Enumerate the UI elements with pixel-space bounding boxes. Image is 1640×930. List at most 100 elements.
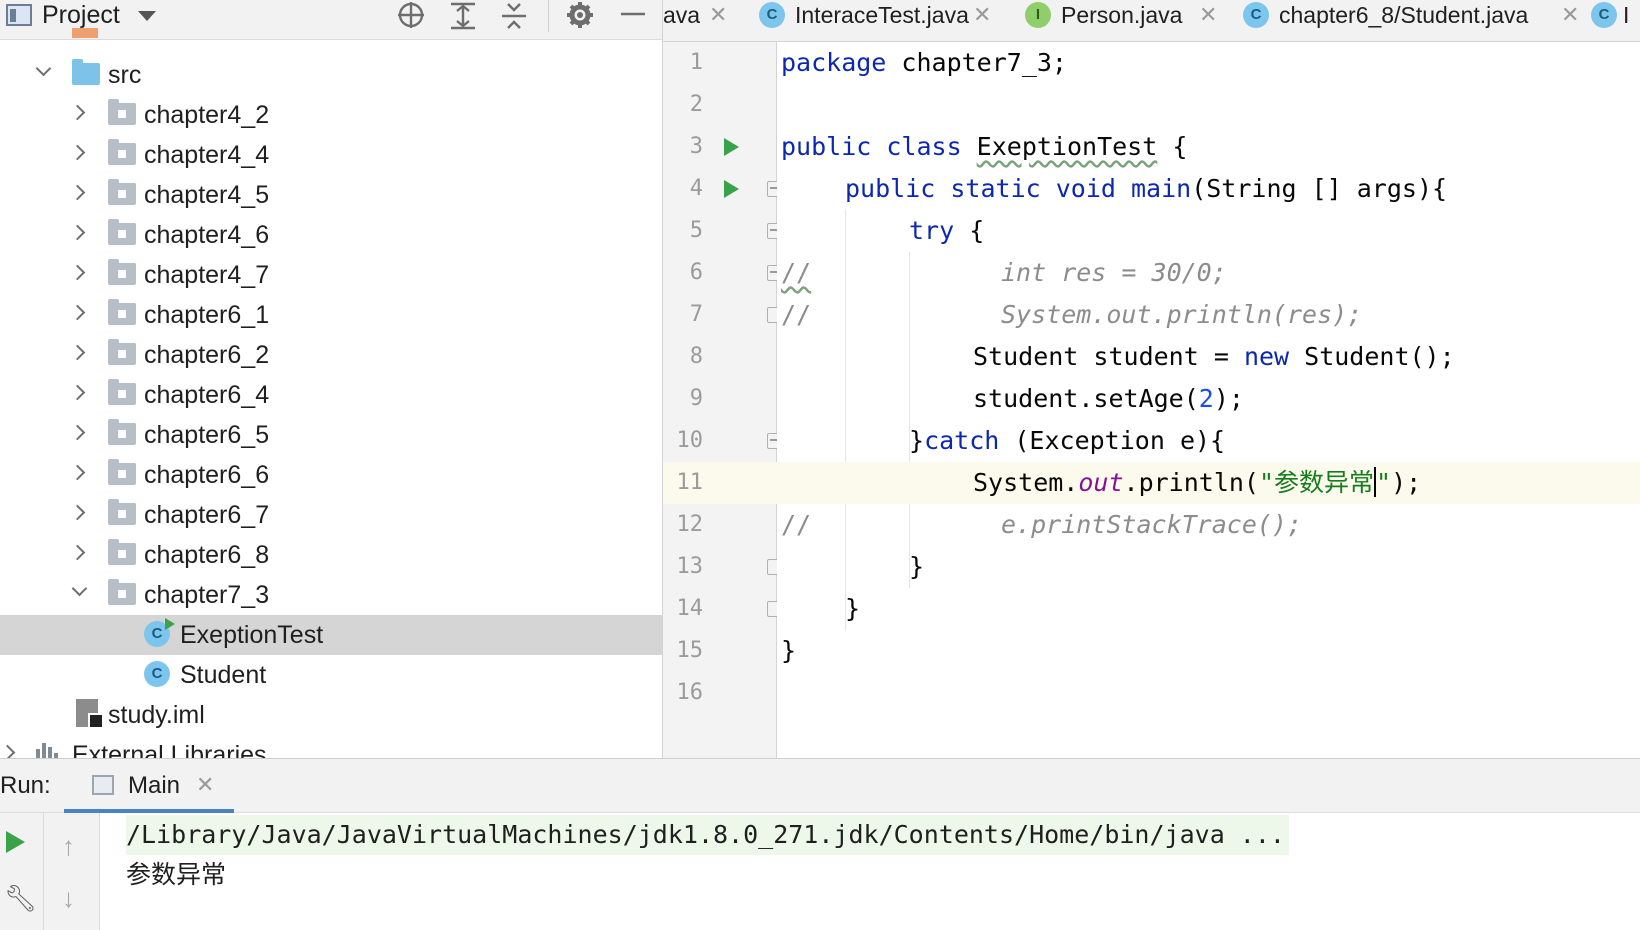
run-tab-main[interactable]: Main ✕ <box>64 759 234 813</box>
tab-person[interactable]: I Person.java ✕ <box>1025 0 1217 32</box>
code-text: } <box>845 594 861 623</box>
tree-row-package[interactable]: chapter4_7 <box>0 255 662 295</box>
chevron-right-icon[interactable] <box>69 544 86 561</box>
tree-row-package-expanded[interactable]: chapter7_3 <box>0 575 662 615</box>
tab-student[interactable]: C chapter6_8/Student.java ✕ <box>1243 0 1579 32</box>
run-main-icon[interactable] <box>724 180 739 198</box>
tab-label: ava <box>663 2 701 28</box>
tree-row-iml[interactable]: study.iml <box>0 695 662 735</box>
run-class-icon[interactable] <box>724 138 739 156</box>
line-number: 12 <box>676 512 704 537</box>
tree-item-label: chapter4_6 <box>144 221 270 249</box>
tab-label: chapter6_8/Student.java <box>1279 2 1529 28</box>
tab-partial[interactable]: ava ✕ <box>663 0 727 32</box>
tab-label: InteraceTest.java <box>795 2 969 28</box>
tree-row-package[interactable]: chapter6_2 <box>0 335 662 375</box>
package-folder-icon <box>108 139 136 165</box>
tab-label: Person.java <box>1061 2 1183 28</box>
library-icon <box>36 741 62 758</box>
close-icon[interactable]: ✕ <box>1199 4 1217 26</box>
tree-row-package[interactable]: chapter6_1 <box>0 295 662 335</box>
tree-row-package[interactable]: chapter4_5 <box>0 175 662 215</box>
code-line: } <box>777 588 1640 630</box>
tree-row-package[interactable]: chapter6_6 <box>0 455 662 495</box>
package-folder-icon <box>108 379 136 405</box>
tab-partial-right[interactable]: C I <box>1591 0 1640 32</box>
code-text: System.out.println("参数异常"); <box>973 467 1422 497</box>
tree-item-label: chapter4_4 <box>144 141 270 169</box>
code-text: } <box>781 636 797 665</box>
tree-row-package[interactable]: chapter6_7 <box>0 495 662 535</box>
tree-row-package[interactable]: chapter6_5 <box>0 415 662 455</box>
chevron-right-icon[interactable] <box>69 224 86 241</box>
chevron-right-icon[interactable] <box>0 744 16 758</box>
close-icon[interactable]: ✕ <box>709 4 727 26</box>
package-folder-icon <box>108 99 136 125</box>
code-text: Student student = new Student(); <box>973 342 1455 371</box>
arrow-up-icon[interactable]: ↑ <box>62 831 75 862</box>
tree-item-label: chapter6_2 <box>144 341 270 369</box>
code-editor[interactable]: package chapter7_3; public class Exeptio… <box>777 42 1640 758</box>
code-line: } <box>777 630 1640 672</box>
code-line: } <box>777 546 1640 588</box>
code-line: // int res = 30/0; <box>777 252 1640 294</box>
wrench-icon[interactable]: 🔧︎ <box>4 883 37 914</box>
code-text: public static void main(String [] args){ <box>845 174 1448 203</box>
package-folder-icon <box>108 339 136 365</box>
tree-item-label: ExeptionTest <box>180 621 324 649</box>
line-number: 13 <box>676 554 704 579</box>
chevron-right-icon[interactable] <box>69 384 86 401</box>
package-folder-icon <box>108 419 136 445</box>
tab-interacetest[interactable]: C InteraceTest.java ✕ <box>759 0 991 32</box>
chevron-right-icon[interactable] <box>69 424 86 441</box>
tree-row-package[interactable]: chapter4_6 <box>0 215 662 255</box>
line-number: 1 <box>689 50 703 75</box>
code-text: e.printStackTrace(); <box>1001 510 1303 539</box>
tree-row-package[interactable]: chapter4_2 <box>0 95 662 135</box>
code-text: public class ExeptionTest { <box>781 132 1188 161</box>
tree-row-class[interactable]: C Student <box>0 655 662 695</box>
line-number: 7 <box>689 302 703 327</box>
tree-row-class-selected[interactable]: C ExeptionTest <box>0 615 662 655</box>
chevron-right-icon[interactable] <box>69 144 86 161</box>
line-number: 14 <box>676 596 704 621</box>
tree-item-label: Student <box>180 661 267 689</box>
tree-item-label: chapter4_7 <box>144 261 270 289</box>
comment-marker: // <box>781 510 812 539</box>
line-number: 3 <box>689 134 703 159</box>
arrow-down-icon[interactable]: ↓ <box>62 883 75 914</box>
chevron-down-icon[interactable] <box>35 60 52 77</box>
line-number: 8 <box>689 344 703 369</box>
run-tool-window: Run: Main ✕ 🔧︎ ↑ ↓ /Library/Java/JavaVir… <box>0 758 1640 930</box>
comment-marker: // <box>781 258 812 287</box>
code-text: System.out.println(res); <box>1001 300 1363 329</box>
chevron-right-icon[interactable] <box>69 104 86 121</box>
chevron-right-icon[interactable] <box>69 344 86 361</box>
tree-row-package[interactable]: chapter6_4 <box>0 375 662 415</box>
project-tool-window: Project src chapter4_2 chapter4_4 chapte… <box>0 0 663 758</box>
close-icon[interactable]: ✕ <box>973 4 991 26</box>
chevron-right-icon[interactable] <box>69 464 86 481</box>
tree-row-package[interactable]: chapter4_4 <box>0 135 662 175</box>
line-number: 16 <box>676 680 704 705</box>
chevron-down-icon[interactable] <box>138 11 156 21</box>
tree-row-package[interactable]: chapter6_8 <box>0 535 662 575</box>
close-icon[interactable]: ✕ <box>1561 4 1579 26</box>
tree-item-label: chapter6_1 <box>144 301 270 329</box>
code-text: }catch (Exception e){ <box>909 426 1226 455</box>
chevron-right-icon[interactable] <box>69 184 86 201</box>
close-icon[interactable]: ✕ <box>196 773 214 797</box>
code-line: // e.printStackTrace(); <box>777 504 1640 546</box>
tree-row-external-libraries[interactable]: External Libraries <box>0 735 662 758</box>
console-output[interactable]: /Library/Java/JavaVirtualMachines/jdk1.8… <box>100 813 1640 930</box>
chevron-down-icon[interactable] <box>71 580 88 597</box>
chevron-right-icon[interactable] <box>69 504 86 521</box>
chevron-right-icon[interactable] <box>69 304 86 321</box>
code-text: } <box>909 552 925 581</box>
tree-row-src[interactable]: src <box>0 55 662 95</box>
run-toolbar: 🔧︎ <box>0 813 44 930</box>
chevron-right-icon[interactable] <box>69 264 86 281</box>
rerun-icon[interactable] <box>6 831 25 853</box>
console-output-line: 参数异常 <box>126 860 227 889</box>
console-command-line: /Library/Java/JavaVirtualMachines/jdk1.8… <box>126 815 1289 855</box>
